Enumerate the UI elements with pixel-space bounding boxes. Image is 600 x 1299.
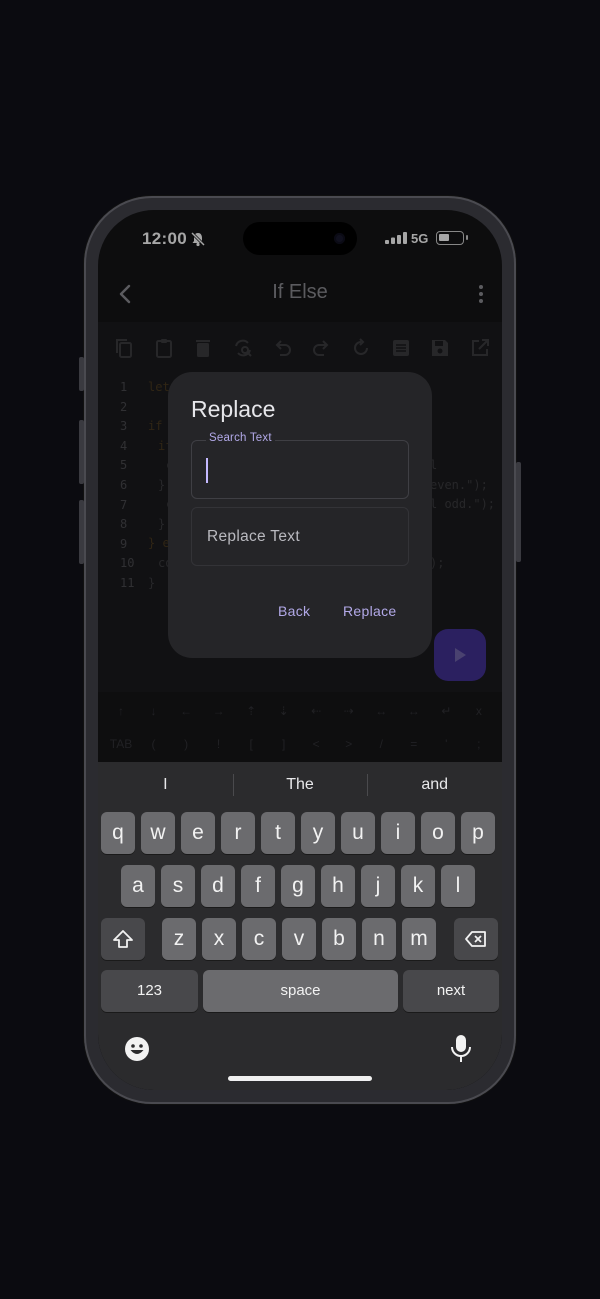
replace-placeholder: Replace Text: [207, 528, 300, 545]
numbers-key[interactable]: 123: [101, 970, 198, 1012]
mute-switch: [79, 357, 84, 391]
space-key[interactable]: space: [203, 970, 398, 1012]
letter-key[interactable]: d: [201, 865, 235, 907]
home-indicator[interactable]: [228, 1076, 372, 1081]
dialog-title: Replace: [191, 396, 276, 422]
letter-key[interactable]: x: [202, 918, 236, 960]
power-button: [516, 462, 521, 562]
letter-key[interactable]: r: [221, 812, 255, 854]
letter-key[interactable]: f: [241, 865, 275, 907]
on-screen-keyboard: I The and qwertyuiop asdfghjkl zxcvbnm 1…: [98, 762, 502, 1090]
letter-key[interactable]: h: [321, 865, 355, 907]
keyboard-bottom-bar: [98, 1028, 502, 1068]
volume-up-button: [79, 420, 84, 484]
microphone-icon[interactable]: [450, 1034, 472, 1064]
letter-key[interactable]: e: [181, 812, 215, 854]
letter-key[interactable]: m: [402, 918, 436, 960]
suggestion-bar: I The and: [98, 762, 502, 808]
letter-key[interactable]: g: [281, 865, 315, 907]
letter-key[interactable]: j: [361, 865, 395, 907]
letter-key[interactable]: w: [141, 812, 175, 854]
suggestion-3[interactable]: and: [367, 762, 502, 808]
letter-key[interactable]: p: [461, 812, 495, 854]
letter-key[interactable]: i: [381, 812, 415, 854]
stage: 12:00 5G If Else 1 2 3 4 5 6 7 8 9 10 11…: [0, 0, 600, 1299]
letter-key[interactable]: y: [301, 812, 335, 854]
letter-key[interactable]: k: [401, 865, 435, 907]
shift-key[interactable]: [101, 918, 145, 960]
run-button[interactable]: [434, 629, 486, 681]
letter-key[interactable]: t: [261, 812, 295, 854]
play-icon: [455, 648, 466, 662]
letter-key[interactable]: l: [441, 865, 475, 907]
letter-key[interactable]: c: [242, 918, 276, 960]
search-text-field[interactable]: Search Text: [191, 432, 409, 499]
letter-key[interactable]: z: [162, 918, 196, 960]
backspace-key[interactable]: [454, 918, 498, 960]
letter-key[interactable]: o: [421, 812, 455, 854]
replace-text-field[interactable]: Replace Text: [191, 507, 409, 566]
next-key[interactable]: next: [403, 970, 499, 1012]
search-input[interactable]: [192, 441, 408, 498]
letter-key[interactable]: u: [341, 812, 375, 854]
back-button[interactable]: Back: [278, 603, 310, 619]
backspace-icon: [465, 931, 486, 947]
letter-key[interactable]: n: [362, 918, 396, 960]
letter-key[interactable]: q: [101, 812, 135, 854]
volume-down-button: [79, 500, 84, 564]
suggestion-1[interactable]: I: [98, 762, 233, 808]
phone-screen: 12:00 5G If Else 1 2 3 4 5 6 7 8 9 10 11…: [98, 210, 502, 1090]
shift-icon: [113, 930, 133, 948]
replace-dialog: Replace Search Text Replace Text Back Re…: [168, 372, 432, 658]
suggestion-2[interactable]: The: [232, 762, 368, 808]
letter-key[interactable]: s: [161, 865, 195, 907]
letter-key[interactable]: a: [121, 865, 155, 907]
replace-button[interactable]: Replace: [343, 603, 396, 619]
letter-key[interactable]: v: [282, 918, 316, 960]
emoji-icon[interactable]: [124, 1036, 150, 1062]
letter-key[interactable]: b: [322, 918, 356, 960]
